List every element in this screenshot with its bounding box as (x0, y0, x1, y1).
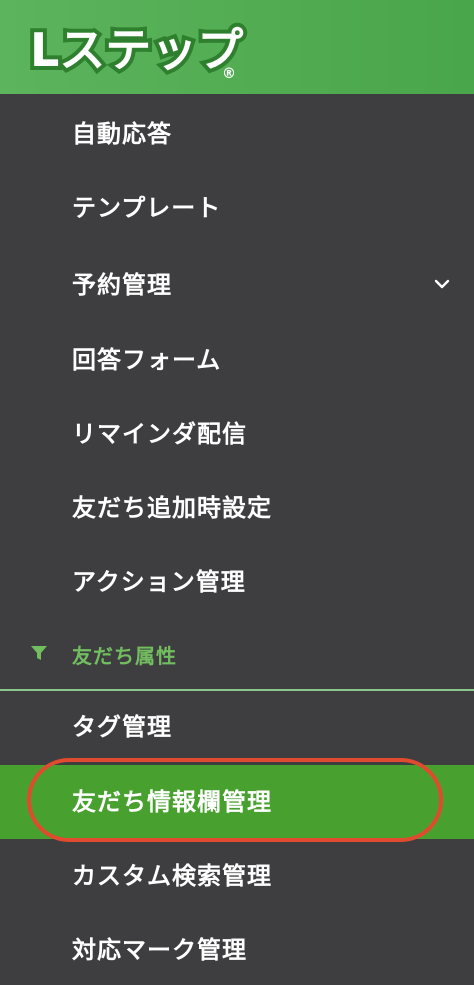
section-label: 友だち属性 (72, 644, 177, 668)
menu-item-auto-response[interactable]: 自動応答 (72, 114, 172, 154)
menu-item-response-mark[interactable]: 対応マーク管理 (72, 930, 247, 970)
menu-item-reservation[interactable]: 予約管理 (72, 265, 172, 305)
chevron-down-icon[interactable] (432, 274, 452, 294)
menu-item-answer-form[interactable]: 回答フォーム (72, 340, 221, 380)
menu-item-reminder[interactable]: リマインダ配信 (72, 414, 247, 454)
menu-item-friend-add-setting[interactable]: 友だち追加時設定 (72, 488, 272, 528)
lstep-logo[interactable]: Lステップ ® (22, 10, 252, 86)
logo-text: Lステップ (30, 23, 243, 77)
registered-mark: ® (222, 66, 236, 82)
header: Lステップ ® (0, 0, 474, 94)
menu-item-tag-management[interactable]: タグ管理 (72, 707, 172, 747)
menu-item-action-management[interactable]: アクション管理 (72, 562, 246, 602)
filter-icon (31, 646, 47, 660)
section-divider (0, 689, 474, 691)
menu-item-template[interactable]: テンプレート (72, 188, 221, 228)
menu-item-custom-search[interactable]: カスタム検索管理 (72, 856, 272, 896)
section-friend-attributes[interactable]: 友だち属性 (0, 634, 474, 678)
highlight-circle (27, 758, 443, 842)
sidebar: Lステップ ® 自動応答 テンプレート 予約管理 回答フォーム リマインダ配信 … (0, 0, 474, 985)
